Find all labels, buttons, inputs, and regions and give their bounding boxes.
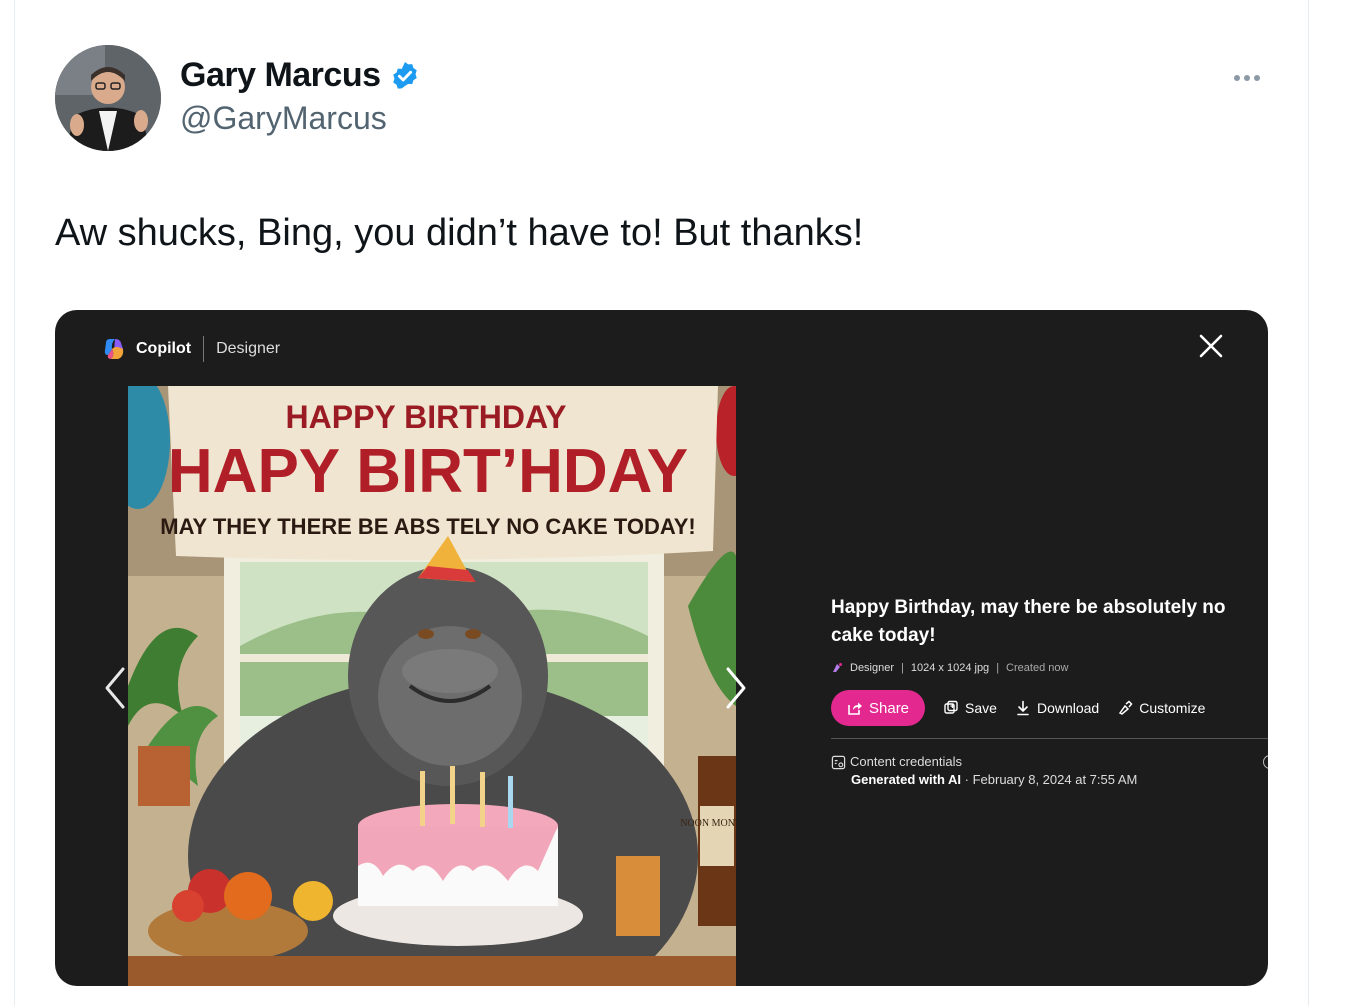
image-actions: Share Save Download Customize: [831, 690, 1268, 726]
image-info-panel: Happy Birthday, may there be absolutely …: [831, 594, 1268, 789]
banner-small-text: HAPPY BIRTHDAY: [286, 399, 567, 435]
customize-label: Customize: [1139, 700, 1206, 716]
content-credentials[interactable]: Content credentials Generated with AI · …: [831, 753, 1268, 789]
header-separator: [203, 336, 205, 362]
avatar[interactable]: [55, 45, 161, 151]
avatar-photo: [55, 45, 161, 151]
copilot-label: Copilot: [136, 340, 192, 357]
meta-size: 1024 x 1024 jpg: [910, 662, 990, 674]
image-meta: Designer | 1024 x 1024 jpg | Created now: [831, 662, 1268, 674]
close-icon[interactable]: [1197, 332, 1225, 360]
gorilla-birthday-illustration: HAPPY BIRTHDAY HAPY BIRT’HDAY MAY THEY T…: [128, 386, 736, 986]
banner-sub-text: MAY THEY THERE BE ABS TELY NO CAKE TODAY…: [160, 514, 695, 539]
copilot-header: Copilot Designer: [102, 336, 280, 362]
download-icon: [1017, 700, 1029, 716]
save-button[interactable]: Save: [943, 700, 997, 716]
right-border: [1308, 0, 1309, 1006]
next-image-icon[interactable]: [720, 665, 750, 711]
save-label: Save: [965, 700, 997, 716]
generated-date: · February 8, 2024 at 7:55 AM: [961, 772, 1138, 787]
generated-with-ai-label: Generated with AI: [851, 772, 962, 787]
download-button[interactable]: Download: [1015, 700, 1099, 716]
customize-button[interactable]: Customize: [1117, 700, 1205, 716]
save-collection-icon: [944, 700, 958, 714]
share-label: Share: [869, 699, 910, 717]
designer-icon: [833, 663, 842, 672]
banner-large-text: HAPY BIRT’HDAY: [168, 437, 688, 506]
download-label: Download: [1036, 700, 1100, 716]
verified-badge-icon: [392, 61, 417, 89]
copilot-logo-icon: [104, 339, 124, 359]
left-border: [14, 0, 15, 1006]
dot-icon: [1234, 75, 1240, 81]
generated-image[interactable]: HAPPY BIRTHDAY HAPY BIRT’HDAY MAY THEY T…: [128, 386, 736, 986]
content-credentials-icon: [831, 755, 846, 769]
tweet-media[interactable]: Copilot Designer HAPPY BIRTHDAY HAPY BIR…: [55, 310, 1268, 986]
previous-image-icon[interactable]: [101, 665, 131, 711]
meta-separator: |: [901, 662, 904, 674]
bottle-label-text: NOON MONTHS: [680, 818, 736, 829]
meta-created: Created now: [1006, 662, 1069, 674]
more-options-icon[interactable]: [1234, 68, 1268, 88]
tweet-text: Aw shucks, Bing, you didn’t have to! But…: [55, 212, 864, 254]
meta-source: Designer: [850, 662, 895, 674]
share-button[interactable]: Share: [831, 690, 926, 726]
meta-separator: |: [996, 662, 1000, 674]
dot-icon: [1254, 75, 1260, 81]
author-handle[interactable]: @GaryMarcus: [180, 100, 387, 137]
dot-icon: [1244, 75, 1250, 81]
content-credentials-label: Content credentials: [850, 754, 963, 769]
author-name[interactable]: Gary Marcus: [180, 56, 381, 95]
image-title: Happy Birthday, may there be absolutely …: [831, 597, 1226, 646]
panel-divider: [831, 738, 1268, 739]
customize-brush-icon: [1119, 700, 1133, 715]
designer-label: Designer: [216, 340, 281, 357]
share-icon: [848, 702, 862, 715]
